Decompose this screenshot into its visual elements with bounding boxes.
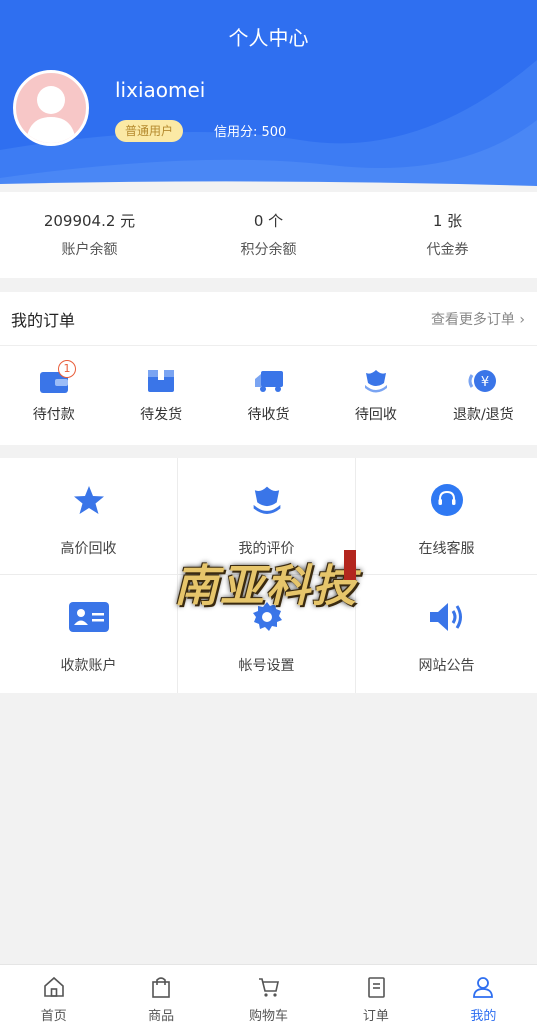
service-online-support[interactable]: 在线客服: [356, 458, 537, 575]
tab-label: 我的: [470, 1009, 497, 1024]
stat-label: 积分余额: [240, 242, 297, 258]
brand-watermark: 南亚科技: [168, 544, 358, 612]
headset-icon: [430, 484, 463, 516]
user-avatar-icon: [26, 86, 76, 143]
tab-label: 购物车: [249, 1009, 289, 1024]
speaker-icon: [429, 603, 462, 631]
service-high-price-recycle[interactable]: 高价回收: [0, 458, 178, 575]
service-payment-account[interactable]: 收款账户: [0, 575, 178, 693]
service-label: 收款账户: [60, 658, 117, 674]
pending-count-badge: 1: [58, 360, 76, 378]
stat-balance[interactable]: 209904.2 元 账户余额: [0, 192, 179, 278]
profile-header: 个人中心 lixiaomei 普通用户 信用分: 500: [0, 0, 537, 190]
tab-label: 订单: [362, 1009, 389, 1024]
order-status-label: 待回收: [354, 407, 397, 423]
service-label: 网站公告: [418, 658, 475, 674]
orders-title: 我的订单: [11, 310, 76, 330]
tab-mine[interactable]: 我的: [430, 965, 537, 1024]
order-status-pending-payment[interactable]: 1 待付款: [0, 360, 107, 424]
my-orders-card: 我的订单 查看更多订单 › 1 待付款 待发货 待收货 待回收 ¥ 退款/退货: [0, 292, 537, 445]
stat-value: 1 张: [432, 212, 463, 230]
home-icon: [43, 976, 64, 997]
user-icon: [473, 977, 494, 998]
truck-icon: [254, 371, 283, 392]
service-label: 在线客服: [418, 541, 475, 557]
order-status-label: 待付款: [32, 407, 75, 423]
service-site-announcements[interactable]: 网站公告: [356, 575, 537, 693]
order-status-label: 待发货: [140, 407, 183, 423]
account-stats: 209904.2 元 账户余额 0 个 积分余额 1 张 代金券: [0, 192, 537, 278]
star-icon: [73, 486, 104, 514]
order-status-to-recycle[interactable]: 待回收: [322, 366, 429, 424]
stat-points[interactable]: 0 个 积分余额: [179, 192, 358, 278]
username: lixiaomei: [115, 78, 206, 102]
tab-cart[interactable]: 购物车: [215, 965, 322, 1024]
orders-header: 我的订单 查看更多订单 ›: [0, 292, 537, 346]
tab-home[interactable]: 首页: [0, 965, 107, 1024]
order-status-label: 退款/退货: [452, 407, 514, 423]
page-title: 个人中心: [228, 26, 309, 50]
tab-products[interactable]: 商品: [107, 965, 214, 1024]
view-more-orders-link[interactable]: 查看更多订单 ›: [431, 309, 525, 329]
stat-label: 账户余额: [61, 242, 118, 258]
bottom-tab-bar: 首页 商品 购物车 订单 我的: [0, 964, 537, 1024]
order-status-to-receive[interactable]: 待收货: [215, 366, 322, 424]
svg-text:¥: ¥: [481, 375, 489, 390]
tab-orders[interactable]: 订单: [322, 965, 429, 1024]
tab-label: 首页: [40, 1009, 67, 1024]
stat-value: 0 个: [253, 212, 284, 230]
watermark-text: 南亚科技: [174, 561, 358, 612]
tulip-icon: [364, 370, 387, 393]
order-status-label: 待收货: [247, 407, 290, 423]
cart-icon: [258, 978, 279, 997]
service-label: 帐号设置: [238, 658, 295, 674]
tulip-icon: [253, 486, 280, 514]
stat-vouchers[interactable]: 1 张 代金券: [358, 192, 537, 278]
order-status-to-ship[interactable]: 待发货: [107, 366, 214, 424]
id-card-icon: [68, 602, 109, 632]
credit-score: 信用分: 500: [214, 125, 287, 140]
order-status-row: 1 待付款 待发货 待收货 待回收 ¥ 退款/退货: [0, 346, 537, 424]
tab-label: 商品: [148, 1009, 175, 1024]
order-doc-icon: [368, 977, 385, 998]
yen-refund-icon: ¥: [468, 370, 497, 392]
box-icon: [148, 370, 175, 392]
order-status-refund[interactable]: ¥ 退款/退货: [430, 366, 537, 424]
stat-label: 代金券: [426, 242, 469, 258]
bag-icon: [152, 977, 170, 998]
avatar[interactable]: [13, 70, 89, 146]
stat-value: 209904.2 元: [43, 212, 136, 230]
watermark-seal: [344, 550, 356, 580]
user-level-badge: 普通用户: [115, 120, 184, 142]
service-label: 高价回收: [60, 541, 117, 557]
